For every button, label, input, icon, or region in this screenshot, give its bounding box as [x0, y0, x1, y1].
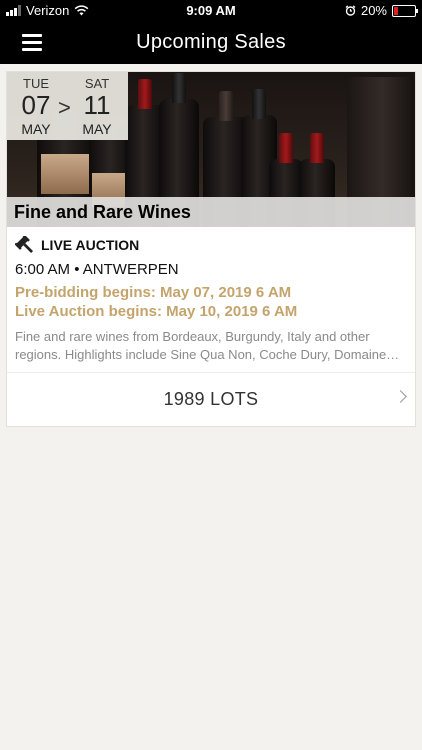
status-right: 20% [345, 3, 418, 18]
battery-percent: 20% [360, 3, 387, 18]
start-month: MAY [21, 121, 51, 137]
end-weekday: SAT [84, 76, 110, 91]
gavel-icon [15, 236, 34, 254]
sale-date-range: TUE 07 MAY > SAT 11 MAY [7, 72, 128, 140]
date-separator: > [58, 95, 71, 120]
sale-time-location: 6:00 AM • ANTWERPEN [15, 261, 179, 278]
lots-button[interactable]: 1989 LOTS [7, 373, 415, 426]
start-day: 07 [21, 90, 51, 120]
live-auction-date: Live Auction begins: May 10, 2019 6 AM [15, 303, 298, 320]
sale-hero-image[interactable]: TUE 07 MAY > SAT 11 MAY Fine and Rare Wi… [7, 72, 415, 227]
battery-icon [392, 4, 418, 17]
sale-description-line1: Fine and rare wines from Bordeaux, Burgu… [15, 329, 370, 344]
auction-type-label: LIVE AUCTION [41, 237, 140, 253]
end-month: MAY [82, 121, 112, 137]
lots-count: 1989 LOTS [163, 389, 259, 409]
sale-description-line2: regions. Highlights include Sine Qua Non… [15, 347, 400, 362]
sale-card[interactable]: TUE 07 MAY > SAT 11 MAY Fine and Rare Wi… [6, 71, 416, 427]
alarm-clock-icon [345, 5, 356, 16]
sale-title[interactable]: Fine and Rare Wines [14, 202, 191, 223]
start-weekday: TUE [23, 76, 49, 91]
auction-type: LIVE AUCTION [15, 235, 410, 255]
status-bar: Verizon 9:09 AM 20% [0, 0, 422, 22]
sale-info: LIVE AUCTION 6:00 AM • ANTWERPEN Pre-bid… [15, 235, 410, 364]
nav-bar: Upcoming Sales [0, 22, 422, 64]
end-day: 11 [83, 90, 111, 120]
sale-title-bar: Fine and Rare Wines [7, 197, 415, 227]
page-title: Upcoming Sales [136, 31, 286, 53]
pre-bidding-date: Pre-bidding begins: May 07, 2019 6 AM [15, 284, 292, 301]
